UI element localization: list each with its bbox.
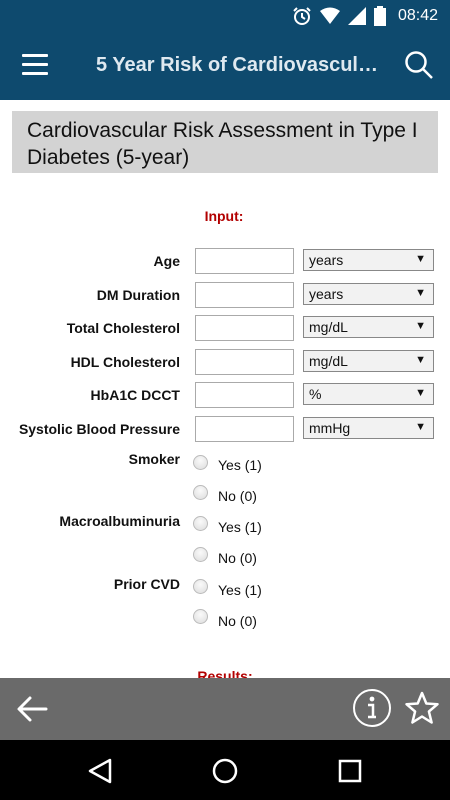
prior-cvd-label: Prior CVD <box>113 576 180 592</box>
macroalbuminuria-yes-radio[interactable] <box>193 516 208 531</box>
input-heading-text: Input: <box>204 208 244 224</box>
field-row-hdl-cholesterol: HDL Cholesterol mg/dL ▼ <box>0 349 450 375</box>
field-label: HDL Cholesterol <box>70 354 180 370</box>
menu-icon[interactable] <box>22 54 48 76</box>
unit-value: % <box>309 386 322 402</box>
app-title: 5 Year Risk of Cardiovascul… <box>96 54 376 76</box>
battery-icon <box>373 6 386 26</box>
star-icon[interactable] <box>404 690 440 726</box>
page-title: Cardiovascular Risk Assessment in Type I… <box>12 111 438 173</box>
total-cholesterol-input[interactable] <box>195 315 294 341</box>
nav-recent-icon[interactable] <box>338 759 362 783</box>
signal-icon <box>347 7 366 25</box>
smoker-yes-label[interactable]: Yes (1) <box>218 457 262 473</box>
alarm-icon <box>293 7 311 25</box>
prior-cvd-no-label[interactable]: No (0) <box>218 613 257 629</box>
age-unit-select[interactable]: years ▼ <box>303 249 434 271</box>
age-input[interactable] <box>195 248 294 274</box>
smoker-no-radio[interactable] <box>193 485 208 500</box>
hdl-cholesterol-unit-select[interactable]: mg/dL ▼ <box>303 350 434 372</box>
status-time: 08:42 <box>397 7 438 24</box>
app-bar: 5 Year Risk of Cardiovascul… <box>0 32 450 100</box>
systolic-bp-unit-select[interactable]: mmHg ▼ <box>303 417 434 439</box>
macroalbuminuria-no-radio[interactable] <box>193 547 208 562</box>
nav-home-icon[interactable] <box>212 758 238 784</box>
prior-cvd-no-radio[interactable] <box>193 609 208 624</box>
dropdown-arrow-icon: ▼ <box>415 387 426 399</box>
hba1c-unit-select[interactable]: % ▼ <box>303 383 434 405</box>
field-row-systolic-bp: Systolic Blood Pressure mmHg ▼ <box>0 416 450 442</box>
smoker-label: Smoker <box>128 451 180 467</box>
field-label: DM Duration <box>96 287 180 303</box>
dropdown-arrow-icon: ▼ <box>415 320 426 332</box>
prior-cvd-yes-label[interactable]: Yes (1) <box>218 582 262 598</box>
unit-value: years <box>309 252 344 268</box>
back-arrow-icon[interactable] <box>16 694 48 724</box>
unit-value: mmHg <box>309 420 351 436</box>
smoker-no-label[interactable]: No (0) <box>218 488 257 504</box>
field-row-hba1c: HbA1C DCCT % ▼ <box>0 382 450 408</box>
dm-duration-unit-select[interactable]: years ▼ <box>303 283 434 305</box>
info-icon[interactable] <box>352 688 392 728</box>
status-bar: 08:42 <box>0 0 450 32</box>
field-row-dm-duration: DM Duration years ▼ <box>0 282 450 308</box>
dropdown-arrow-icon: ▼ <box>415 253 426 265</box>
field-label: Total Cholesterol <box>66 320 180 336</box>
bottom-toolbar <box>0 678 450 740</box>
smoker-yes-radio[interactable] <box>193 455 208 470</box>
calculator-content: Cardiovascular Risk Assessment in Type I… <box>0 100 450 678</box>
macroalbuminuria-label: Macroalbuminuria <box>59 513 180 529</box>
field-label: HbA1C DCCT <box>90 387 180 403</box>
nav-back-icon[interactable] <box>86 758 114 784</box>
field-label: Systolic Blood Pressure <box>18 421 180 437</box>
prior-cvd-yes-radio[interactable] <box>193 579 208 594</box>
macroalbuminuria-yes-label[interactable]: Yes (1) <box>218 519 262 535</box>
hba1c-input[interactable] <box>195 382 294 408</box>
field-label: Age <box>153 253 180 269</box>
systolic-bp-input[interactable] <box>195 416 294 442</box>
dropdown-arrow-icon: ▼ <box>415 421 426 433</box>
status-icons: 08:42 <box>292 6 438 26</box>
wifi-icon <box>319 7 340 24</box>
search-icon[interactable] <box>404 50 434 80</box>
unit-value: mg/dL <box>309 319 348 335</box>
macroalbuminuria-no-label[interactable]: No (0) <box>218 550 257 566</box>
dropdown-arrow-icon: ▼ <box>415 287 426 299</box>
system-nav-bar <box>0 740 450 800</box>
unit-value: years <box>309 286 344 302</box>
total-cholesterol-unit-select[interactable]: mg/dL ▼ <box>303 316 434 338</box>
dm-duration-input[interactable] <box>195 282 294 308</box>
field-row-total-cholesterol: Total Cholesterol mg/dL ▼ <box>0 315 450 341</box>
input-heading: Input: <box>0 208 450 224</box>
results-heading: Results: <box>197 668 253 678</box>
unit-value: mg/dL <box>309 353 348 369</box>
dropdown-arrow-icon: ▼ <box>415 354 426 366</box>
hdl-cholesterol-input[interactable] <box>195 349 294 375</box>
field-row-age: Age years ▼ <box>0 248 450 274</box>
